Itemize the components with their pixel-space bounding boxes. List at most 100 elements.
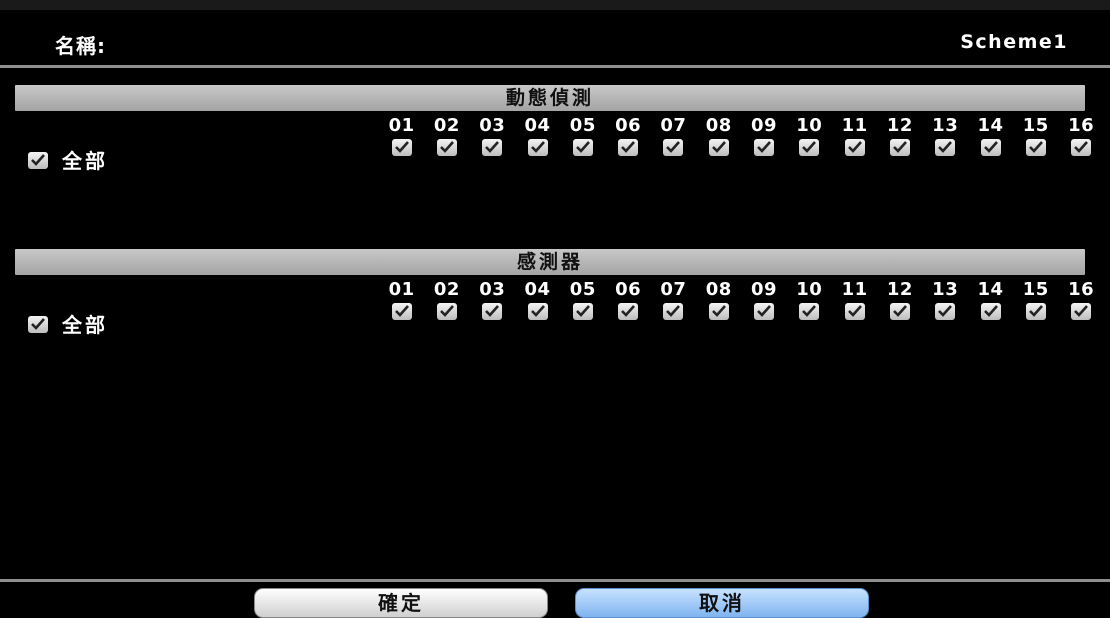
motion-channel-11[interactable]: 11 [832,115,877,156]
channel-number: 03 [479,279,506,300]
checkbox-checked-icon[interactable] [663,139,684,156]
motion-channel-13[interactable]: 13 [923,115,968,156]
motion-channel-12[interactable]: 12 [877,115,922,156]
checkbox-checked-icon[interactable] [980,303,1001,320]
channel-number: 06 [615,115,642,136]
channel-number: 07 [660,115,687,136]
sensor-channel-07[interactable]: 07 [651,279,696,320]
checkbox-checked-icon[interactable] [1025,139,1046,156]
checkbox-checked-icon[interactable] [572,139,593,156]
channel-number: 16 [1068,115,1095,136]
motion-detection-header: 動態偵測 [15,85,1085,111]
channel-number: 10 [796,115,823,136]
sensor-channel-15[interactable]: 15 [1013,279,1058,320]
checkbox-checked-icon[interactable] [527,303,548,320]
sensor-all-toggle[interactable]: 全部 [28,309,108,338]
checkbox-checked-icon[interactable] [1071,303,1092,320]
sensor-header: 感測器 [15,249,1085,275]
checkbox-checked-icon[interactable] [708,303,729,320]
channel-number: 08 [705,279,732,300]
motion-channel-15[interactable]: 15 [1013,115,1058,156]
checkbox-checked-icon[interactable] [889,139,910,156]
channel-number: 03 [479,115,506,136]
sensor-channel-03[interactable]: 03 [470,279,515,320]
checkbox-checked-icon[interactable] [482,303,503,320]
sensor-channel-04[interactable]: 04 [515,279,560,320]
sensor-channel-08[interactable]: 08 [696,279,741,320]
motion-channel-01[interactable]: 01 [379,115,424,156]
channel-number: 16 [1068,279,1095,300]
channel-number: 02 [433,115,460,136]
checkbox-checked-icon[interactable] [1071,139,1092,156]
sensor-channel-01[interactable]: 01 [379,279,424,320]
checkbox-checked-icon[interactable] [1025,303,1046,320]
channel-number: 11 [841,115,868,136]
sensor-channel-10[interactable]: 10 [787,279,832,320]
checkbox-checked-icon[interactable] [980,139,1001,156]
motion-channel-04[interactable]: 04 [515,115,560,156]
checkbox-checked-icon[interactable] [935,139,956,156]
channel-number: 04 [524,279,551,300]
sensor-channel-06[interactable]: 06 [605,279,650,320]
channel-number: 12 [886,279,913,300]
motion-all-toggle[interactable]: 全部 [28,145,108,174]
checkbox-checked-icon[interactable] [482,139,503,156]
ok-button[interactable]: 確定 [254,588,548,618]
sensor-channel-05[interactable]: 05 [560,279,605,320]
sensor-channel-09[interactable]: 09 [741,279,786,320]
motion-channel-08[interactable]: 08 [696,115,741,156]
channel-number: 01 [388,279,415,300]
sensor-channel-13[interactable]: 13 [923,279,968,320]
checkbox-checked-icon[interactable] [754,139,775,156]
sensor-section: 感測器 全部 01 02 03 04 05 06 07 08 09 10 11 12 13 14 15 16 [15,249,1094,337]
sensor-channel-02[interactable]: 02 [424,279,469,320]
checkbox-checked-icon[interactable] [663,303,684,320]
checkbox-checked-icon[interactable] [436,139,457,156]
name-row: 名稱: Scheme1 [0,10,1110,68]
checkbox-checked-icon[interactable] [799,303,820,320]
motion-channel-07[interactable]: 07 [651,115,696,156]
sensor-all-label: 全部 [62,313,108,337]
channel-number: 15 [1022,279,1049,300]
motion-channel-14[interactable]: 14 [968,115,1013,156]
motion-channel-06[interactable]: 06 [605,115,650,156]
motion-channel-10[interactable]: 10 [787,115,832,156]
scheme-name-value[interactable]: Scheme1 [960,31,1068,53]
checkbox-checked-icon[interactable] [28,152,48,169]
checkbox-checked-icon[interactable] [708,139,729,156]
cancel-button[interactable]: 取消 [575,588,869,618]
channel-number: 07 [660,279,687,300]
channel-number: 08 [705,115,732,136]
motion-channel-09[interactable]: 09 [741,115,786,156]
sensor-channel-11[interactable]: 11 [832,279,877,320]
sensor-channel-16[interactable]: 16 [1058,279,1103,320]
checkbox-checked-icon[interactable] [889,303,910,320]
channel-number: 09 [750,279,778,300]
sensor-channel-14[interactable]: 14 [968,279,1013,320]
checkbox-checked-icon[interactable] [28,316,48,333]
channel-number: 02 [433,279,460,300]
checkbox-checked-icon[interactable] [618,303,639,320]
sensor-channel-12[interactable]: 12 [877,279,922,320]
name-label: 名稱: [55,34,106,58]
checkbox-checked-icon[interactable] [844,303,865,320]
motion-channel-16[interactable]: 16 [1058,115,1103,156]
checkbox-checked-icon[interactable] [799,139,820,156]
checkbox-checked-icon[interactable] [391,139,412,156]
motion-channel-05[interactable]: 05 [560,115,605,156]
checkbox-checked-icon[interactable] [754,303,775,320]
checkbox-checked-icon[interactable] [391,303,412,320]
checkbox-checked-icon[interactable] [618,139,639,156]
motion-channel-03[interactable]: 03 [470,115,515,156]
checkbox-checked-icon[interactable] [844,139,865,156]
checkbox-checked-icon[interactable] [572,303,593,320]
channel-number: 14 [977,279,1004,300]
channel-number: 13 [932,115,959,136]
channel-number: 05 [569,279,596,300]
checkbox-checked-icon[interactable] [436,303,457,320]
footer-divider [0,579,1110,582]
motion-channel-grid: 01 02 03 04 05 06 07 08 09 10 11 12 13 14 15 16 [379,115,1104,156]
checkbox-checked-icon[interactable] [935,303,956,320]
checkbox-checked-icon[interactable] [527,139,548,156]
motion-channel-02[interactable]: 02 [424,115,469,156]
